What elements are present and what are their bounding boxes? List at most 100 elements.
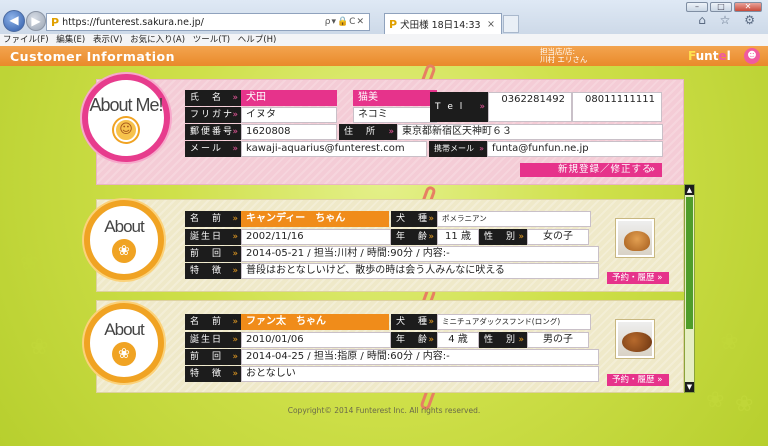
paw-icon: ❀ bbox=[112, 239, 136, 263]
chevron-right-icon: » bbox=[649, 164, 656, 175]
arrow-right-icon: ▶ bbox=[31, 14, 41, 28]
close-window-button[interactable]: ✕ bbox=[734, 2, 762, 12]
menu-bar: ファイル(F) 編集(E) 表示(V) お気に入り(A) ツール(T) ヘルプ(… bbox=[0, 34, 768, 46]
paw-decoration-icon: ❀ bbox=[30, 335, 49, 360]
url-text[interactable]: https://funterest.sakura.ne.jp/ bbox=[62, 17, 325, 28]
age-value: 11 歳 bbox=[437, 229, 479, 245]
zip-label: 郵便番号 bbox=[185, 124, 241, 140]
birthday-label: 誕生日 bbox=[185, 229, 241, 245]
birthday-value: 2010/01/06 bbox=[241, 332, 391, 348]
first-name-value: 猫美 bbox=[353, 90, 437, 106]
register-update-label: 新規登録／修正する bbox=[558, 164, 653, 175]
breed-value: ミニチュアダックスフンド(ロング) bbox=[437, 314, 591, 330]
feature-label: 特 徴 bbox=[185, 366, 241, 382]
email-value: kawaji-aquarius@funterest.com bbox=[241, 141, 427, 157]
browser-chrome: – □ ✕ ◀ ▶ P https://funterest.sakura.ne.… bbox=[0, 0, 768, 34]
tel1-value: 0362281492 bbox=[488, 92, 572, 122]
scroll-thumb[interactable] bbox=[686, 197, 693, 329]
tab-active[interactable]: P 犬田様 18日14:33 × bbox=[384, 13, 502, 34]
sex-value: 男の子 bbox=[527, 332, 589, 348]
sex-label: 性 別 bbox=[479, 332, 527, 348]
window-controls: – □ ✕ bbox=[686, 2, 762, 12]
back-button[interactable]: ◀ bbox=[3, 10, 25, 32]
breed-label: 犬 種 bbox=[391, 211, 437, 227]
menu-help[interactable]: ヘルプ(H) bbox=[238, 35, 277, 45]
smiley-icon: ☺ bbox=[114, 117, 138, 142]
paw-icon: ❀ bbox=[112, 342, 136, 366]
last-visit-value: 2014-05-21 / 担当:川村 / 時間:90分 / 内容:- bbox=[241, 246, 599, 262]
address-value: 東京都新宿区天神町６３ bbox=[397, 124, 663, 140]
last-visit-label: 前 回 bbox=[185, 246, 241, 262]
logo: Funtel bbox=[688, 49, 731, 63]
reservation-history-button[interactable]: 予約・履歴 » bbox=[607, 272, 669, 284]
minimize-button[interactable]: – bbox=[686, 2, 708, 12]
about-pet-bubble: About ❀ bbox=[84, 303, 164, 383]
menu-edit[interactable]: 編集(E) bbox=[56, 35, 85, 45]
page-title: Customer Information bbox=[10, 49, 176, 64]
email-label: メール bbox=[185, 141, 241, 157]
kana-label: フリガナ bbox=[185, 107, 241, 123]
mobile-email-label: 携帯メール bbox=[429, 141, 487, 157]
about-pet-text: About bbox=[104, 217, 144, 236]
tel-label: T e l bbox=[430, 92, 488, 122]
birthday-value: 2002/11/16 bbox=[241, 229, 391, 245]
zip-value: 1620808 bbox=[241, 124, 337, 140]
sex-value: 女の子 bbox=[527, 229, 589, 245]
footer-copyright: Copyright© 2014 Funterest Inc. All right… bbox=[287, 406, 481, 415]
site-favicon-icon: P bbox=[51, 15, 60, 29]
pet-photo[interactable] bbox=[616, 320, 654, 358]
staff-info: 担当店/店: 川村 エリさん bbox=[540, 48, 587, 64]
arrow-left-icon: ◀ bbox=[9, 13, 19, 27]
name-label: 氏 名 bbox=[185, 90, 241, 106]
sex-label: 性 別 bbox=[479, 229, 527, 245]
age-label: 年 齢 bbox=[391, 229, 437, 245]
site-header: Customer Information 担当店/店: 川村 エリさん Funt… bbox=[0, 46, 768, 66]
scroll-up-icon[interactable]: ▲ bbox=[685, 185, 694, 195]
tab-title: 犬田様 18日14:33 bbox=[400, 20, 481, 31]
breed-value: ポメラニアン bbox=[437, 211, 591, 227]
maximize-button[interactable]: □ bbox=[710, 2, 732, 12]
pet-name-label: 名 前 bbox=[185, 211, 241, 227]
close-tab-icon[interactable]: × bbox=[487, 19, 495, 30]
about-pet-bubble: About ❀ bbox=[84, 200, 164, 280]
forward-button[interactable]: ▶ bbox=[26, 11, 46, 31]
address-bar-icons[interactable]: ρ▾🔒C✕ bbox=[325, 17, 369, 27]
pet-list-scrollbar[interactable]: ▲ ▼ bbox=[684, 184, 695, 393]
last-name-value: 犬田 bbox=[241, 90, 337, 106]
menu-file[interactable]: ファイル(F) bbox=[3, 35, 49, 45]
mobile-email-value: funta@funfun.ne.jp bbox=[487, 141, 663, 157]
menu-view[interactable]: 表示(V) bbox=[93, 35, 122, 45]
feature-value: 普段はおとなしいけど、散歩の時は会う人みんなに吠える bbox=[241, 263, 599, 279]
pet-name-value: キャンディー ちゃん bbox=[241, 211, 389, 227]
logo-mark-icon: ☻ bbox=[744, 48, 760, 64]
about-me-bubble: About Me! ☺ bbox=[82, 74, 170, 162]
address-bar[interactable]: P https://funterest.sakura.ne.jp/ ρ▾🔒C✕ bbox=[46, 13, 370, 31]
kana-first-value: ネコミ bbox=[353, 107, 437, 123]
age-value: 4 歳 bbox=[437, 332, 479, 348]
staff-name: 川村 エリさん bbox=[540, 55, 588, 64]
new-tab-button[interactable] bbox=[503, 15, 519, 33]
last-visit-value: 2014-04-25 / 担当:指原 / 時間:60分 / 内容:- bbox=[241, 349, 599, 365]
birthday-label: 誕生日 bbox=[185, 332, 241, 348]
menu-tools[interactable]: ツール(T) bbox=[193, 35, 230, 45]
paw-decoration-icon: ❀ bbox=[20, 250, 39, 275]
address-label: 住 所 bbox=[339, 124, 397, 140]
tel2-value: 08011111111 bbox=[572, 92, 662, 122]
about-pet-text: About bbox=[104, 320, 144, 339]
age-label: 年 齢 bbox=[391, 332, 437, 348]
register-update-button[interactable]: 新規登録／修正する » bbox=[520, 163, 662, 177]
kana-last-value: イヌタ bbox=[241, 107, 337, 123]
feature-value: おとなしい bbox=[241, 366, 599, 382]
tab-favicon-icon: P bbox=[389, 17, 398, 31]
last-visit-label: 前 回 bbox=[185, 349, 241, 365]
scroll-down-icon[interactable]: ▼ bbox=[685, 382, 694, 392]
reservation-history-button[interactable]: 予約・履歴 » bbox=[607, 374, 669, 386]
feature-label: 特 徴 bbox=[185, 263, 241, 279]
about-me-text: About Me! bbox=[89, 94, 163, 115]
menu-favorites[interactable]: お気に入り(A) bbox=[130, 35, 185, 45]
paw-decoration-icon: ❀ bbox=[720, 330, 739, 355]
pet-photo[interactable] bbox=[616, 219, 654, 257]
pet-name-label: 名 前 bbox=[185, 314, 241, 330]
browser-toolbar-icons[interactable]: ⌂ ☆ ⚙ bbox=[698, 13, 760, 27]
breed-label: 犬 種 bbox=[391, 314, 437, 330]
